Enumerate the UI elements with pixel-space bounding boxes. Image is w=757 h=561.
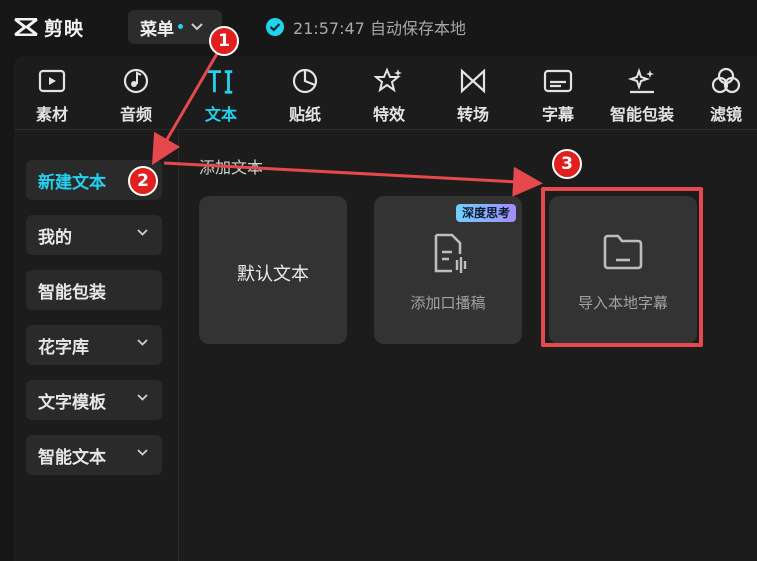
tool-tabs: 素材 音频 文本 贴纸 特效 转场 字幕 智能包装 滤镜 (14, 56, 757, 130)
autosave-status: 21:57:47 自动保存本地 (265, 15, 466, 39)
default-text-card[interactable]: 默认文本 (199, 196, 347, 344)
tab-label: 智能包装 (609, 105, 674, 124)
top-bar: 剪映 菜单 21:57:47 自动保存本地 (0, 0, 757, 56)
tab-subtitle[interactable]: 字幕 (523, 56, 593, 129)
sidebar-item-label: 新建文本 (38, 172, 106, 193)
menu-label: 菜单 (140, 19, 174, 40)
sidebar-item-smart-text[interactable]: 智能文本 (26, 435, 162, 475)
notification-dot (178, 23, 183, 29)
chevron-down-icon (137, 339, 148, 346)
capcut-logo-icon (14, 18, 38, 36)
check-circle-icon (266, 18, 284, 36)
text-icon (207, 70, 233, 94)
effects-icon (374, 67, 402, 93)
card-label: 默认文本 (237, 264, 309, 285)
sidebar-item-label: 花字库 (38, 337, 89, 358)
import-card-highlight-box (541, 187, 703, 347)
tab-text[interactable]: 文本 (186, 56, 256, 129)
sidebar-item-fancy-text[interactable]: 花字库 (26, 325, 162, 365)
script-icon (434, 233, 467, 273)
tab-label: 素材 (35, 105, 68, 124)
tab-filter[interactable]: 滤镜 (691, 56, 757, 129)
chevron-down-icon (137, 449, 148, 456)
tab-label: 字幕 (541, 105, 574, 124)
deep-think-badge: 深度思考 (455, 204, 516, 222)
sidebar-item-text-template[interactable]: 文字模板 (26, 380, 162, 420)
sidebar-item-mine[interactable]: 我的 (26, 215, 162, 255)
transition-icon (460, 68, 486, 94)
chevron-down-icon (137, 394, 148, 401)
tab-label: 滤镜 (709, 105, 742, 124)
sidebar-item-label: 智能文本 (38, 447, 106, 468)
media-icon (38, 69, 66, 93)
tab-effects[interactable]: 特效 (354, 56, 424, 129)
add-script-card[interactable]: 深度思考 添加口播稿 (374, 196, 522, 344)
subtitle-icon (543, 69, 573, 93)
tab-media[interactable]: 素材 (17, 56, 87, 129)
step-marker-1: 1 (209, 26, 239, 56)
sidebar-item-label: 文字模板 (38, 392, 106, 413)
smart-pack-icon (627, 67, 654, 94)
sidebar-item-smart-pack[interactable]: 智能包装 (26, 270, 162, 310)
tab-label: 特效 (372, 105, 405, 124)
tab-label: 音频 (119, 105, 152, 124)
tab-smart-pack[interactable]: 智能包装 (607, 56, 677, 129)
chevron-down-icon (191, 23, 203, 31)
tab-sticker[interactable]: 贴纸 (270, 56, 340, 129)
tab-audio[interactable]: 音频 (101, 56, 171, 129)
chevron-down-icon (137, 229, 148, 236)
sticker-icon (292, 68, 318, 94)
filter-icon (711, 67, 741, 94)
card-label: 添加口播稿 (410, 294, 486, 312)
text-sidebar: 新建文本 我的 智能包装 花字库 文字模板 智能文本 (14, 130, 179, 561)
audio-icon (123, 68, 149, 94)
tab-transition[interactable]: 转场 (438, 56, 508, 129)
app-logo: 剪映 (14, 13, 84, 41)
section-title: 添加文本 (199, 158, 264, 177)
tab-label: 文本 (204, 105, 237, 124)
tab-label: 贴纸 (288, 105, 321, 124)
step-marker-2: 2 (128, 166, 158, 196)
tab-label: 转场 (456, 105, 489, 124)
app-logo-text: 剪映 (44, 17, 85, 40)
step-marker-3: 3 (552, 149, 582, 179)
autosave-text: 21:57:47 自动保存本地 (293, 19, 466, 38)
sidebar-item-label: 智能包装 (38, 282, 106, 303)
menu-button[interactable]: 菜单 (128, 10, 222, 44)
sidebar-item-label: 我的 (38, 227, 72, 248)
